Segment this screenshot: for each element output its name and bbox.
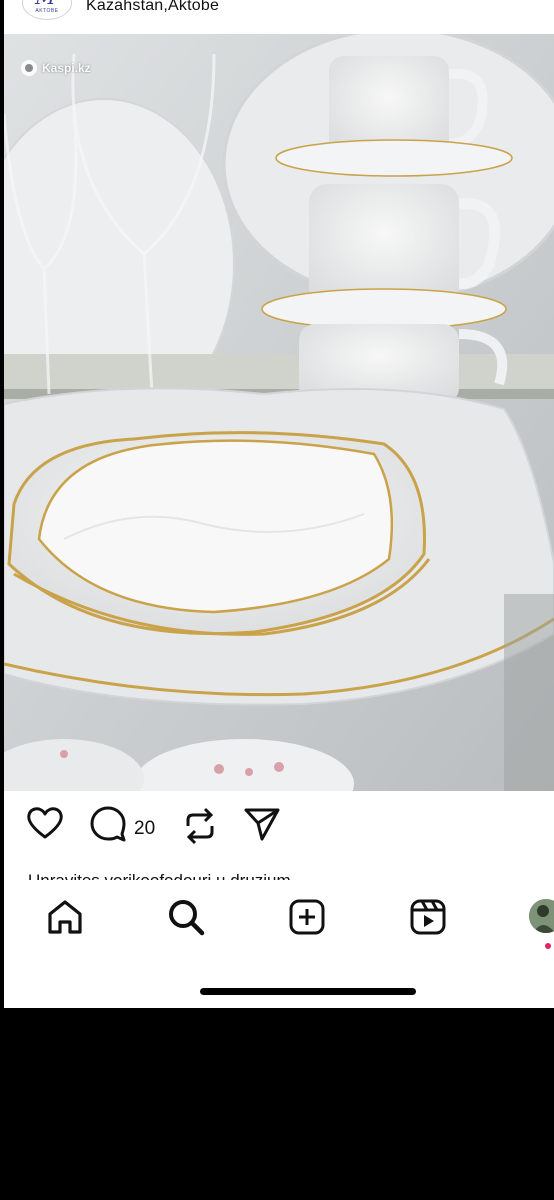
comment-bubble-icon[interactable] [89,806,127,842]
create-plus-icon[interactable] [288,898,326,936]
home-indicator[interactable] [200,988,416,995]
reels-icon[interactable] [409,898,447,936]
home-icon[interactable] [46,898,84,936]
post-actions: 20 [4,806,554,852]
search-icon[interactable] [167,898,205,936]
watermark-text: Kaspi.kz [42,61,91,75]
post-header: M AKTOBE Kazahstan,Aktobe [4,0,554,34]
avatar-logo-subtext: AKTOBE [35,8,59,14]
repost-icon[interactable] [182,806,218,846]
notification-dot [545,943,551,949]
kaspi-watermark: Kaspi.kz [21,60,91,76]
post-media[interactable]: Kaspi.kz [4,34,554,791]
kaspi-logo-icon [21,60,37,76]
heart-icon[interactable] [26,806,64,840]
profile-avatar[interactable] [529,899,554,933]
account-avatar[interactable]: M AKTOBE [22,0,72,20]
post-photo [4,34,554,791]
post-location[interactable]: Kazahstan,Aktobe [86,0,219,15]
phone-screen: M AKTOBE Kazahstan,Aktobe [4,0,554,1008]
comment-count: 20 [134,818,156,839]
send-icon[interactable] [243,806,281,842]
bottom-tab-bar [4,880,554,960]
